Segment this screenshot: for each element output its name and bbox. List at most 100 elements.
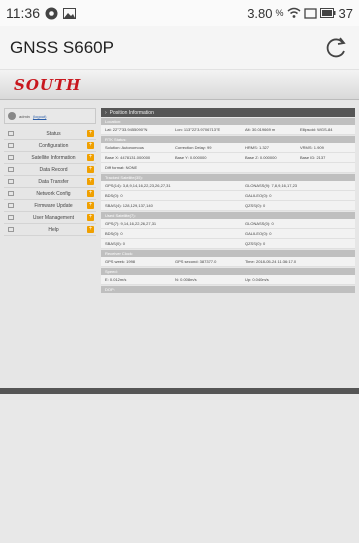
expand-icon[interactable]: + bbox=[87, 154, 94, 161]
tracked-row-1: GPS(14): 3,8,9,14,16,22,23,26,27,31 GLON… bbox=[101, 181, 355, 191]
content-area: admin (logout) Status + Configuration + … bbox=[0, 100, 359, 360]
expand-icon[interactable]: + bbox=[87, 130, 94, 137]
disk-icon bbox=[8, 167, 14, 172]
rtk-row-3: Diff format: NONE bbox=[101, 163, 355, 173]
satellite-icon bbox=[8, 155, 14, 160]
brand-bar: SOUTH bbox=[0, 70, 359, 100]
tools-icon bbox=[8, 143, 14, 148]
used-section-header: Used Satellite(7): bbox=[101, 212, 355, 219]
base-y-value: Base Y: 0.000000 bbox=[175, 155, 207, 160]
panel-header: › Position Information bbox=[101, 108, 355, 117]
sidebar-item-label: Status bbox=[46, 130, 61, 137]
south-logo: SOUTH bbox=[14, 75, 82, 94]
expand-icon[interactable]: + bbox=[87, 214, 94, 221]
used-row-3: SBAS(0): 0 QZSS(0): 0 bbox=[101, 239, 355, 249]
base-x-value: Base X: 4478131.000000 bbox=[105, 155, 151, 160]
hrms-value: HRMS: 1.327 bbox=[245, 145, 270, 150]
sidebar-item-label: Data Record bbox=[39, 166, 68, 173]
sidebar-item-label: Configuration bbox=[38, 142, 69, 149]
clock-row: GPS week: 1998 GPS second: 387377.0 Time… bbox=[101, 257, 355, 267]
expand-icon[interactable]: + bbox=[87, 178, 94, 185]
vrms-value: VRMS: 1.909 bbox=[300, 145, 324, 150]
tracked-qzss-value: QZSS(0): 0 bbox=[245, 203, 266, 208]
status-bar: 11:36 3.80 % 37 bbox=[0, 0, 359, 26]
network-icon bbox=[8, 191, 14, 196]
sidebar-item-help[interactable]: Help + bbox=[4, 224, 96, 236]
expand-icon[interactable]: + bbox=[87, 202, 94, 209]
sidebar-item-status[interactable]: Status + bbox=[4, 128, 96, 140]
ellipsoid-value: Ellipsoid: WGS-84 bbox=[300, 127, 333, 132]
sidebar-item-network-config[interactable]: Network Config + bbox=[4, 188, 96, 200]
sidebar-item-satellite-information[interactable]: Satellite Information + bbox=[4, 152, 96, 164]
location-section-header: Location: bbox=[101, 118, 355, 125]
tracked-row-3: SBAS(4): 128,129,137,140 QZSS(0): 0 bbox=[101, 201, 355, 211]
chevron-right-icon: › bbox=[105, 109, 107, 116]
solution-value: Solution: Autonomous bbox=[105, 145, 144, 150]
blank-area bbox=[0, 394, 359, 543]
expand-icon[interactable]: + bbox=[87, 190, 94, 197]
speed-section-header: Speed: bbox=[101, 268, 355, 275]
used-galileo-value: GALILEO(0): 0 bbox=[245, 231, 272, 236]
sidebar-item-configuration[interactable]: Configuration + bbox=[4, 140, 96, 152]
used-glonass-value: GLONASS(0): 0 bbox=[245, 221, 274, 226]
app-bar: GNSS S660P bbox=[0, 26, 359, 70]
lon-value: Lon: 113°22'3.9706713''E bbox=[175, 127, 221, 132]
sidebar-item-label: User Management bbox=[32, 214, 75, 221]
tracked-glonass-value: GLONASS(9): 7,8,9,16,17,23 bbox=[245, 183, 298, 188]
used-qzss-value: QZSS(0): 0 bbox=[245, 241, 266, 246]
app-title: GNSS S660P bbox=[10, 37, 114, 57]
expand-icon[interactable]: + bbox=[87, 166, 94, 173]
tracked-gps-value: GPS(14): 3,8,9,14,16,22,23,26,27,31 bbox=[105, 183, 171, 188]
sidebar-item-label: Data Transfer bbox=[38, 178, 69, 185]
clock-section-header: Receiver Clock: bbox=[101, 250, 355, 257]
position-panel: › Position Information Location: Lat: 22… bbox=[101, 108, 355, 293]
sidebar-item-data-transfer[interactable]: Data Transfer + bbox=[4, 176, 96, 188]
sidebar-item-label: Help bbox=[48, 226, 59, 233]
transfer-icon bbox=[8, 179, 14, 184]
unit-text: % bbox=[275, 8, 284, 18]
logout-link[interactable]: (logout) bbox=[33, 114, 47, 119]
location-row: Lat: 22°7'33.9455090''N Lon: 113°22'3.97… bbox=[101, 125, 355, 135]
rtk-row-2: Base X: 4478131.000000 Base Y: 0.000000 … bbox=[101, 153, 355, 163]
avatar-icon bbox=[8, 112, 16, 120]
expand-icon[interactable]: + bbox=[87, 226, 94, 233]
screen-icon bbox=[303, 7, 317, 19]
battery-text: 3.80 bbox=[247, 5, 273, 21]
expand-icon[interactable]: + bbox=[87, 142, 94, 149]
rtk-row-1: Solution: Autonomous Correction Delay: 9… bbox=[101, 143, 355, 153]
upload-icon bbox=[8, 203, 14, 208]
sidebar-item-data-record[interactable]: Data Record + bbox=[4, 164, 96, 176]
sidebar-item-label: Satellite Information bbox=[31, 154, 76, 161]
sidebar-item-firmware-update[interactable]: Firmware Update + bbox=[4, 200, 96, 212]
used-row-2: BDS(0): 0 GALILEO(0): 0 bbox=[101, 229, 355, 239]
correction-delay-value: Correction Delay: 99 bbox=[175, 145, 212, 150]
used-row-1: GPS(7): 9,14,16,22,26,27,31 GLONASS(0): … bbox=[101, 219, 355, 229]
trailing-text: 37 bbox=[338, 5, 353, 21]
speed-row: E: 0.012m/s N: 0.008m/s Up: 0.040m/s bbox=[101, 275, 355, 285]
user-name: admin bbox=[19, 113, 30, 119]
rtk-section-header: RTK Status: bbox=[101, 136, 355, 143]
tracked-bds-value: BDS(0): 0 bbox=[105, 193, 123, 198]
alt-value: Alt: 30.019669 m bbox=[245, 127, 276, 132]
sidebar-item-user-management[interactable]: User Management + bbox=[4, 212, 96, 224]
wifi-icon bbox=[287, 7, 301, 18]
diff-format-value: Diff format: NONE bbox=[105, 165, 138, 170]
web-view: SOUTH admin (logout) Status + Configurat… bbox=[0, 70, 359, 543]
base-id-value: Base ID: 2137 bbox=[300, 155, 326, 160]
help-icon bbox=[8, 227, 14, 232]
sidebar: admin (logout) Status + Configuration + … bbox=[4, 108, 96, 236]
speed-n-value: N: 0.008m/s bbox=[175, 277, 197, 282]
user-box: admin (logout) bbox=[4, 108, 96, 124]
sidebar-item-label: Firmware Update bbox=[34, 202, 73, 209]
refresh-icon[interactable] bbox=[323, 35, 349, 61]
image-notification-icon bbox=[63, 7, 76, 19]
tracked-row-2: BDS(0): 0 GALILEO(0): 0 bbox=[101, 191, 355, 201]
speed-up-value: Up: 0.040m/s bbox=[245, 277, 269, 282]
dop-section-header: DOP: bbox=[101, 286, 355, 293]
used-bds-value: BDS(0): 0 bbox=[105, 231, 123, 236]
tracked-sbas-value: SBAS(4): 128,129,137,140 bbox=[105, 203, 153, 208]
app-notification-icon bbox=[45, 7, 58, 19]
gps-second-value: GPS second: 387377.0 bbox=[175, 259, 217, 264]
used-sbas-value: SBAS(0): 0 bbox=[105, 241, 126, 246]
status-time: 11:36 bbox=[6, 5, 40, 21]
